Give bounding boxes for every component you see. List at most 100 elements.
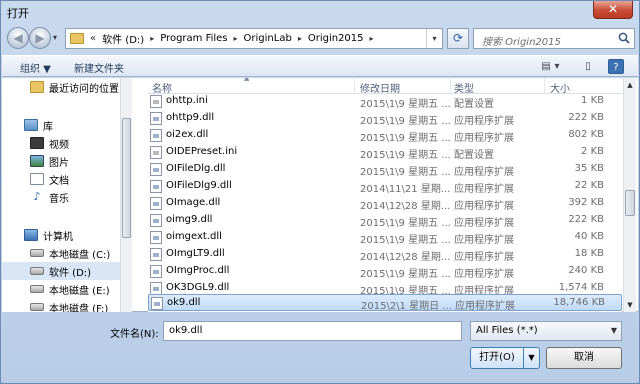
preview-pane-icon[interactable]: ▯ (580, 59, 596, 74)
file-name: ohttp9.dll (166, 112, 215, 123)
column-divider[interactable] (450, 78, 451, 94)
file-row[interactable]: OIFileDlg9.dll 2014\11\21 星期... 应用程序扩展 2… (148, 178, 622, 195)
file-row[interactable]: OImgLT9.dll 2014\12\28 星期... 应用程序扩展 18 K… (148, 246, 622, 263)
sidebar-item-music[interactable]: ♪ 音乐 (2, 188, 120, 206)
sidebar-item-pictures[interactable]: 图片 (2, 152, 120, 170)
sidebar-item-recent-places[interactable]: 最近访问的位置 (2, 78, 120, 96)
config-file-icon (150, 95, 162, 108)
file-name: OIFileDlg9.dll (166, 180, 232, 191)
file-type: 应用程序扩展 (455, 301, 515, 312)
file-type: 应用程序扩展 (454, 252, 514, 263)
file-row[interactable]: oimgext.dll 2015\1\9 星期五 ... 应用程序扩展 40 K… (148, 229, 622, 246)
file-date: 2014\12\28 星期... (360, 252, 451, 263)
file-row-selected[interactable]: ok9.dll 2015\2\1 星期日 ... 应用程序扩展 18,746 K… (148, 294, 622, 312)
file-row[interactable]: OImage.dll 2014\12\28 星期... 应用程序扩展 392 K… (148, 195, 622, 212)
file-list-scrollbar[interactable]: ▲ ▼ (623, 78, 636, 312)
command-toolbar: 组织 ▼ 新建文件夹 ▤ ▾ ▯ ? (2, 55, 638, 77)
breadcrumb-arrow-icon[interactable]: ▸ (234, 34, 238, 43)
back-button[interactable]: ◀ (7, 27, 29, 49)
breadcrumb-arrow-icon[interactable]: ▸ (370, 34, 374, 43)
sidebar-item-drive-f[interactable]: 本地磁盘 (F:) (2, 298, 120, 312)
file-size: 1,574 KB (558, 282, 604, 293)
file-row[interactable]: ohttp.ini 2015\1\9 星期五 ... 配置设置 1 KB (148, 93, 622, 110)
file-row[interactable]: OIDEPreset.ini 2015\1\9 星期五 ... 配置设置 2 K… (148, 144, 622, 161)
sidebar-item-documents[interactable]: 文档 (2, 170, 120, 188)
new-folder-button[interactable]: 新建文件夹 (74, 60, 124, 75)
file-type: 应用程序扩展 (454, 235, 514, 246)
address-bar[interactable]: « 软件 (D:) ▸ Program Files ▸ OriginLab ▸ Ori… (65, 28, 443, 49)
scroll-down-icon[interactable]: ▼ (624, 298, 636, 312)
breadcrumb-origin2015[interactable]: Origin2015 ▸ (308, 33, 374, 44)
navigation-scrollbar[interactable] (120, 78, 132, 312)
sidebar-item-libraries[interactable]: 库 (2, 116, 120, 134)
main-content: 最近访问的位置 库 视频 图片 文档 ♪ 音乐 计算机 本地磁盘 (C:) 软件… (2, 78, 638, 312)
open-split-dropdown[interactable]: ▼ (524, 347, 540, 369)
chevron-left-icon[interactable]: « (90, 33, 96, 44)
file-name: OImage.dll (166, 197, 221, 208)
sidebar-item-drive-c[interactable]: 本地磁盘 (C:) (2, 244, 120, 262)
column-divider[interactable] (354, 78, 355, 94)
file-size: 22 KB (574, 180, 604, 191)
file-type-value: All Files (*.*) (476, 325, 538, 336)
refresh-icon: ⟳ (452, 31, 464, 45)
search-input[interactable]: 搜索 Origin2015 (473, 28, 635, 49)
forward-button[interactable]: ▶ (29, 27, 51, 49)
library-icon (24, 119, 38, 131)
sidebar-item-videos[interactable]: 视频 (2, 134, 120, 152)
scroll-up-icon[interactable]: ▲ (624, 78, 636, 92)
breadcrumb-drive[interactable]: 软件 (D:) ▸ (102, 31, 154, 46)
view-dropdown-icon[interactable]: ▾ (552, 59, 562, 74)
sort-ascending-icon: ▲ (244, 78, 250, 82)
breadcrumb-arrow-icon[interactable]: ▸ (298, 34, 302, 43)
breadcrumb-program-files[interactable]: Program Files ▸ (160, 33, 237, 44)
music-icon: ♪ (30, 191, 44, 203)
open-button[interactable]: 打开(O) (470, 347, 524, 369)
dll-file-icon (150, 163, 162, 176)
file-row[interactable]: oimg9.dll 2015\1\9 星期五 ... 应用程序扩展 222 KB (148, 212, 622, 229)
sidebar-item-drive-e[interactable]: 本地磁盘 (E:) (2, 280, 120, 298)
forward-arrow-icon: ▶ (35, 31, 45, 45)
breadcrumb-arrow-icon[interactable]: ▸ (150, 34, 154, 43)
help-icon[interactable]: ? (608, 59, 624, 74)
file-size: 40 KB (574, 231, 604, 242)
file-name: OImgProc.dll (166, 265, 230, 276)
refresh-button[interactable]: ⟳ (447, 28, 469, 49)
file-type-select[interactable]: All Files (*.*) ▼ (470, 321, 622, 341)
dll-file-icon (150, 197, 162, 210)
sidebar-item-drive-d[interactable]: 软件 (D:) (2, 262, 120, 280)
file-row[interactable]: OImgProc.dll 2015\1\9 星期五 ... 应用程序扩展 240… (148, 263, 622, 280)
file-size: 392 KB (568, 197, 604, 208)
file-row[interactable]: oi2ex.dll 2015\1\9 星期五 ... 应用程序扩展 802 KB (148, 127, 622, 144)
documents-icon (30, 173, 44, 185)
cancel-button[interactable]: 取消 (546, 347, 622, 369)
dll-file-icon (150, 231, 162, 244)
breadcrumb-originlab[interactable]: OriginLab ▸ (244, 33, 302, 44)
file-name: oi2ex.dll (166, 129, 209, 140)
sidebar-item-computer[interactable]: 计算机 (2, 226, 120, 244)
file-type: 配置设置 (454, 99, 494, 110)
file-date: 2015\1\9 星期五 ... (360, 116, 451, 127)
filename-input[interactable]: ok9.dll (163, 321, 462, 341)
dll-file-icon (151, 297, 163, 310)
back-arrow-icon: ◀ (13, 31, 23, 45)
file-type: 应用程序扩展 (454, 269, 514, 280)
address-dropdown-icon[interactable]: ▾ (426, 29, 442, 48)
file-list-scrollbar-thumb[interactable] (625, 190, 635, 216)
file-name: OImgLT9.dll (166, 248, 225, 259)
file-date: 2015\2\1 星期日 ... (361, 301, 452, 312)
file-row[interactable]: OIFileDlg.dll 2015\1\9 星期五 ... 应用程序扩展 35… (148, 161, 622, 178)
file-size: 18 KB (574, 248, 604, 259)
config-file-icon (150, 146, 162, 159)
column-divider[interactable] (544, 78, 545, 94)
open-file-dialog: 打开 ✕ ◀ ▶ ▾ « 软件 (D:) ▸ Program Files ▸ Ori… (0, 0, 640, 384)
file-name: oimg9.dll (166, 214, 213, 225)
navigation-scrollbar-thumb[interactable] (122, 118, 131, 238)
close-button[interactable]: ✕ (593, 1, 633, 19)
recent-locations-dropdown[interactable]: ▾ (53, 33, 57, 42)
file-type: 应用程序扩展 (454, 184, 514, 195)
file-row[interactable]: ohttp9.dll 2015\1\9 星期五 ... 应用程序扩展 222 K… (148, 110, 622, 127)
file-date: 2014\11\21 星期... (360, 184, 451, 195)
file-name: ohttp.ini (166, 95, 208, 106)
file-name: ok9.dll (167, 297, 201, 308)
organize-menu[interactable]: 组织 ▼ (20, 60, 51, 75)
